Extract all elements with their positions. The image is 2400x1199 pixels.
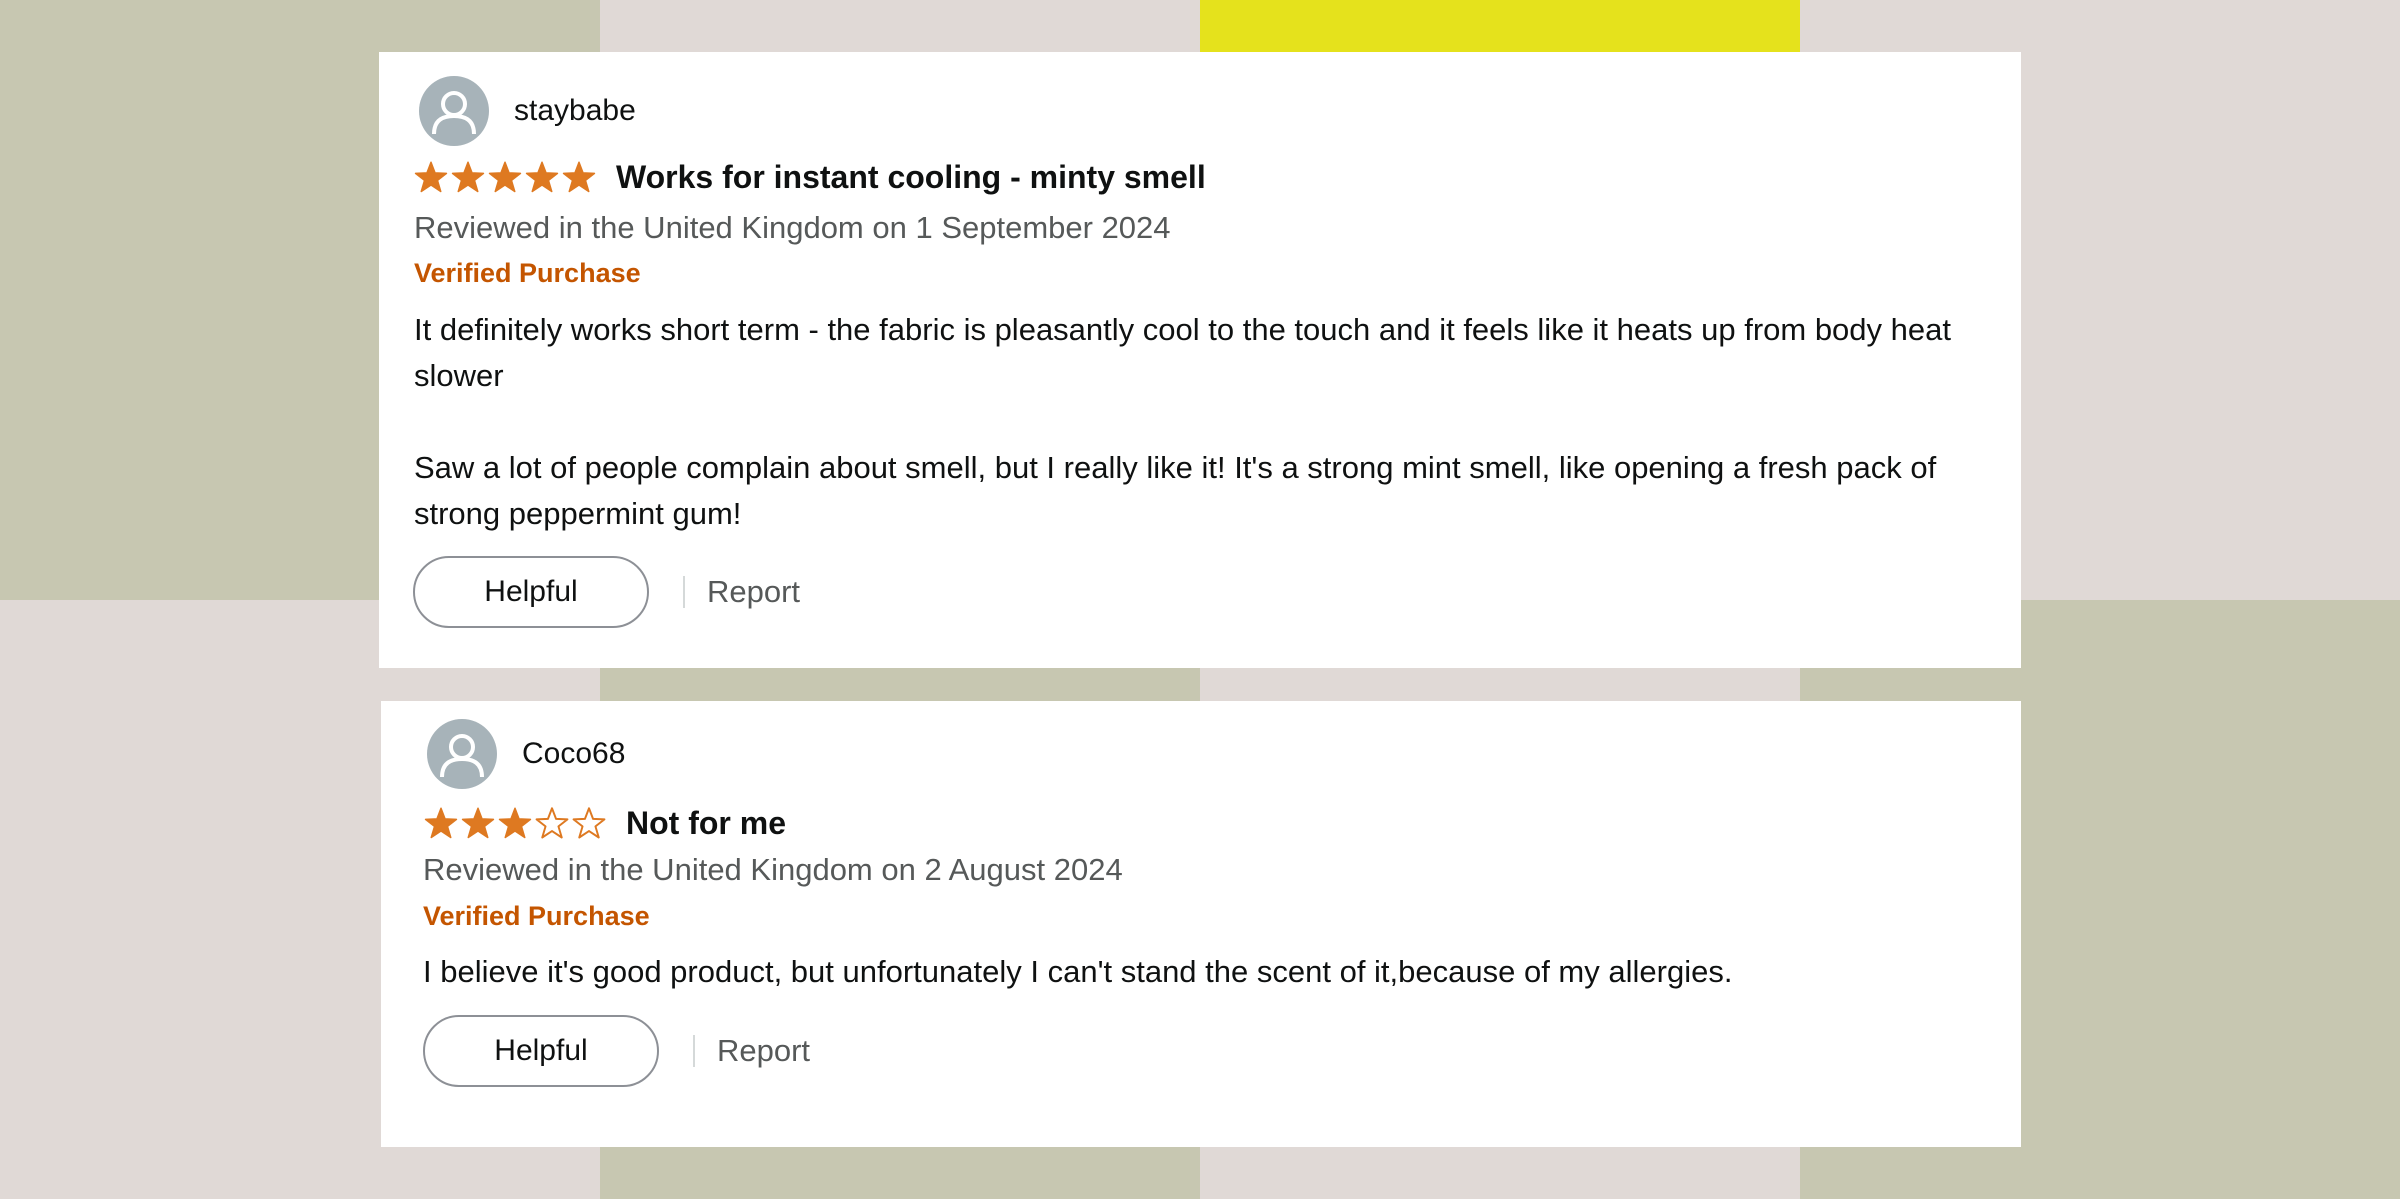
star-empty-icon xyxy=(535,806,569,838)
star-filled-icon xyxy=(424,807,458,838)
star-filled-icon xyxy=(488,161,522,192)
divider xyxy=(683,576,685,608)
reviewer-profile[interactable]: Coco68 xyxy=(427,719,625,789)
review-paragraph: I believe it's good product, but unfortu… xyxy=(423,954,1733,989)
verified-purchase-badge: Verified Purchase xyxy=(423,901,650,931)
reviewer-name[interactable]: Coco68 xyxy=(522,737,625,771)
reviewer-name[interactable]: staybabe xyxy=(514,94,636,128)
avatar-icon xyxy=(427,719,497,789)
star-rating xyxy=(413,160,598,196)
verified-purchase-badge: Verified Purchase xyxy=(414,258,641,288)
star-filled-icon xyxy=(562,161,596,192)
star-rating xyxy=(423,806,608,842)
review-paragraph: It definitely works short term - the fab… xyxy=(414,312,1951,393)
star-filled-icon xyxy=(451,161,485,192)
report-link[interactable]: Report xyxy=(717,1033,810,1069)
star-filled-icon xyxy=(525,161,559,192)
review-title[interactable]: Not for me xyxy=(626,805,786,842)
star-filled-icon xyxy=(414,161,448,192)
review-title[interactable]: Works for instant cooling - minty smell xyxy=(616,159,1206,196)
report-link[interactable]: Report xyxy=(707,574,800,610)
divider xyxy=(693,1035,695,1067)
review-card: staybabe Works for instant cooling - min… xyxy=(379,52,2021,668)
star-empty-icon xyxy=(572,806,606,838)
star-filled-icon xyxy=(461,807,495,838)
review-body: It definitely works short term - the fab… xyxy=(414,307,2004,537)
avatar-icon xyxy=(419,76,489,146)
review-card: Coco68 Not for me Reviewed in the United… xyxy=(381,701,2021,1147)
review-date: Reviewed in the United Kingdom on 2 Augu… xyxy=(423,852,1123,887)
review-date: Reviewed in the United Kingdom on 1 Sept… xyxy=(414,210,1171,245)
review-paragraph: Saw a lot of people complain about smell… xyxy=(414,450,1937,531)
star-filled-icon xyxy=(498,807,532,838)
reviewer-profile[interactable]: staybabe xyxy=(419,76,636,146)
review-body: I believe it's good product, but unfortu… xyxy=(423,949,2013,995)
helpful-button[interactable]: Helpful xyxy=(423,1015,659,1087)
helpful-button[interactable]: Helpful xyxy=(413,556,649,628)
